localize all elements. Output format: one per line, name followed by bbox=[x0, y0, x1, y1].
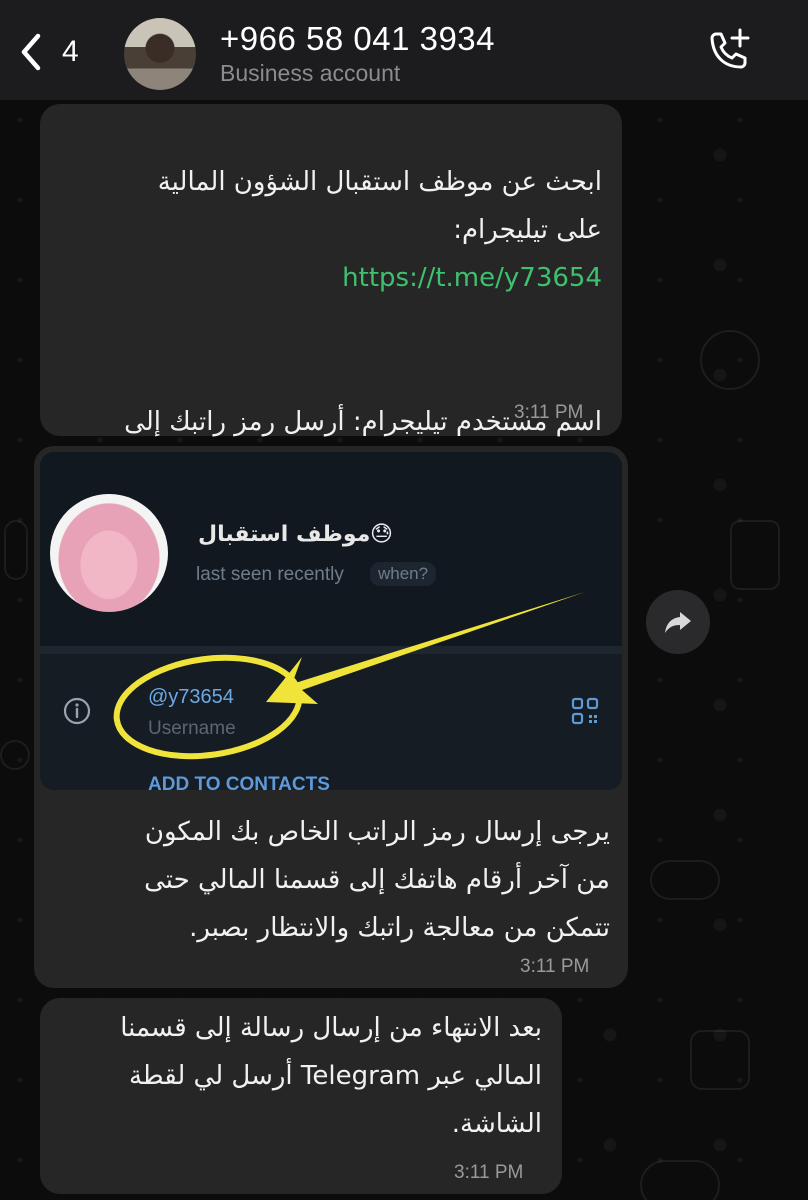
forward-icon bbox=[665, 612, 691, 633]
message-text: بعد الانتهاء من إرسال رسالة إلى قسمنا ال… bbox=[120, 1013, 542, 1139]
message-text: ابحث عن موظف استقبال الشؤون المالية على … bbox=[157, 167, 602, 245]
message-time: 3:11 PM bbox=[454, 1162, 524, 1183]
contact-subtitle: Business account bbox=[220, 60, 401, 86]
message-time: 3:11 PM bbox=[514, 402, 584, 423]
message-text: يرجى إرسال رمز الراتب الخاص بك المكون من… bbox=[144, 817, 610, 943]
telegram-screenshot-image[interactable]: موظف استقبال 😓 last seen recently when? … bbox=[40, 452, 622, 790]
message-time: 3:11 PM bbox=[520, 956, 590, 977]
call-add-icon[interactable] bbox=[702, 26, 754, 78]
forward-button[interactable] bbox=[646, 590, 710, 654]
chevron-left-icon bbox=[21, 33, 41, 71]
unread-count: 4 bbox=[62, 35, 79, 68]
message-bubble[interactable]: ابحث عن موظف استقبال الشؤون المالية على … bbox=[40, 104, 622, 581]
back-button[interactable]: 4 bbox=[16, 30, 96, 74]
contact-avatar[interactable] bbox=[124, 18, 196, 90]
telegram-link[interactable]: https://t.me/y73654 bbox=[342, 263, 602, 293]
contact-name[interactable]: +966 58 041 3934 bbox=[220, 20, 495, 58]
yellow-arrow-annotation bbox=[113, 592, 585, 760]
message-bubble[interactable]: بعد الانتهاء من إرسال رسالة إلى قسمنا ال… bbox=[40, 998, 562, 1194]
chat-header: 4 +966 58 041 3934 Business account bbox=[0, 0, 808, 100]
